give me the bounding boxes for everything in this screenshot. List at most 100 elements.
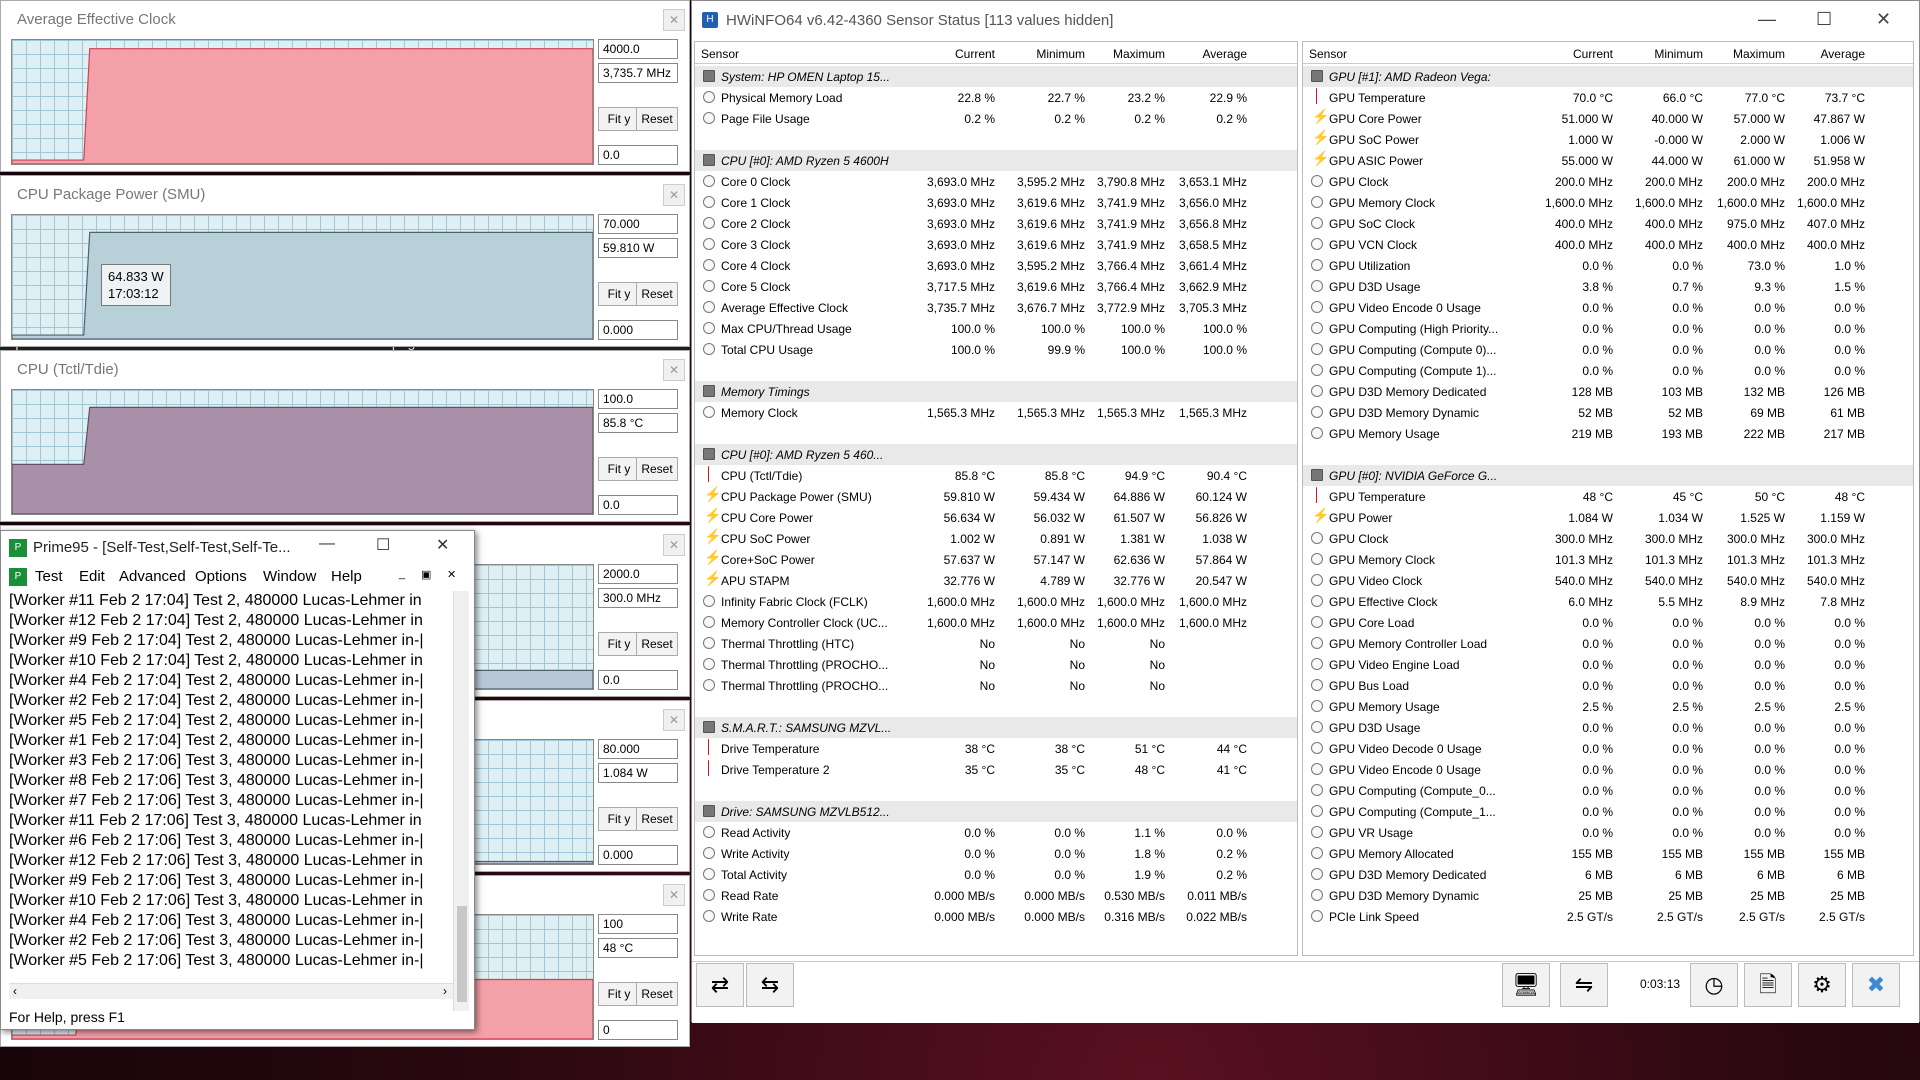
sensor-pane-left[interactable]: Sensor Current Minimum Maximum Average System…	[694, 41, 1298, 956]
sensor-row[interactable]: GPU Clock 200.0 MHz 200.0 MHz 200.0 MHz 200.…	[1303, 171, 1913, 192]
column-header[interactable]: Sensor	[1309, 47, 1347, 61]
sensor-row[interactable]: Average Effective Clock 3,735.7 MHz 3,676.…	[695, 297, 1297, 318]
close-icon[interactable]: ✕	[663, 884, 685, 906]
sensor-group[interactable]: Drive: SAMSUNG MZVLB512...	[695, 801, 1297, 822]
sensor-row[interactable]: ⚡ GPU Power 1.084 W 1.034 W 1.525 W 1.159 W	[1303, 507, 1913, 528]
column-header[interactable]: Maximum	[1105, 47, 1165, 61]
graph-max-field[interactable]: 70.000	[598, 214, 678, 234]
remote-icon[interactable]: ⇋	[1560, 963, 1608, 1007]
column-header[interactable]: Current	[1553, 47, 1613, 61]
column-header[interactable]: Minimum	[1025, 47, 1085, 61]
network-icon[interactable]: 🖥	[1502, 963, 1550, 1007]
sensor-row[interactable]: Core 4 Clock 3,693.0 MHz 3,595.2 MHz 3,766.…	[695, 255, 1297, 276]
sensor-row[interactable]: ⚡ Core+SoC Power 57.637 W 57.147 W 62.636 W5…	[695, 549, 1297, 570]
sensor-row[interactable]: GPU Memory Usage 219 MB 193 MB 222 MB 217 MB	[1303, 423, 1913, 444]
graph-min-field[interactable]: 0.0	[598, 145, 678, 165]
sensor-group[interactable]: CPU [#0]: AMD Ryzen 5 460...	[695, 444, 1297, 465]
graph-min-field[interactable]: 0.0	[598, 670, 678, 690]
sensor-row[interactable]: GPU Computing (Compute 0)... 0.0 % 0.0 % 0.…	[1303, 339, 1913, 360]
graph-max-field[interactable]: 80.000	[598, 739, 678, 759]
sensor-row[interactable]: Read Rate 0.000 MB/s 0.000 MB/s 0.530 MB/s 0…	[695, 885, 1297, 906]
menu-window[interactable]: Window	[263, 568, 316, 585]
column-header[interactable]: Minimum	[1643, 47, 1703, 61]
minimize-icon[interactable]: —	[319, 535, 335, 553]
sensor-row[interactable]: Thermal Throttling (HTC) No No No	[695, 633, 1297, 654]
sensor-row[interactable]: GPU D3D Memory Dynamic 52 MB 52 MB 69 MB 61 …	[1303, 402, 1913, 423]
sensor-row[interactable]: Physical Memory Load 22.8 % 22.7 % 23.2 % 22…	[695, 87, 1297, 108]
sensor-row[interactable]: GPU Computing (High Priority... 0.0 % 0.0 …	[1303, 318, 1913, 339]
fit-y-button[interactable]: Fit y	[598, 982, 640, 1006]
sensor-row[interactable]: GPU Effective Clock 6.0 MHz 5.5 MHz 8.9 MHz…	[1303, 591, 1913, 612]
sensor-row[interactable]: GPU Memory Usage 2.5 % 2.5 % 2.5 % 2.5 %	[1303, 696, 1913, 717]
sensor-row[interactable]: Core 2 Clock 3,693.0 MHz 3,619.6 MHz 3,741.…	[695, 213, 1297, 234]
prime95-titlebar[interactable]: P Prime95 - [Self-Test,Self-Test,Self-Te…	[1, 531, 474, 565]
hwinfo-titlebar[interactable]: H HWiNFO64 v6.42-4360 Sensor Status [113…	[692, 1, 1919, 39]
sensor-row[interactable]: GPU Computing (Compute_0... 0.0 % 0.0 % 0.0…	[1303, 780, 1913, 801]
expand-arrows-icon[interactable]: ⇄	[696, 963, 744, 1007]
sensor-row[interactable]: GPU Memory Allocated 155 MB 155 MB 155 MB 15…	[1303, 843, 1913, 864]
sensor-row[interactable]: GPU Memory Controller Load 0.0 % 0.0 % 0.0 …	[1303, 633, 1913, 654]
column-header[interactable]: Average	[1187, 47, 1247, 61]
sensor-row[interactable]: ⚡ CPU SoC Power 1.002 W 0.891 W 1.381 W 1.038…	[695, 528, 1297, 549]
sensor-row[interactable]: Read Activity 0.0 % 0.0 % 1.1 % 0.0 %	[695, 822, 1297, 843]
maximize-icon[interactable]: ☐	[1816, 9, 1832, 30]
sensor-row[interactable]: GPU Clock 300.0 MHz 300.0 MHz 300.0 MHz 300.…	[1303, 528, 1913, 549]
sensor-row[interactable]: GPU SoC Clock 400.0 MHz 400.0 MHz 975.0 MHz…	[1303, 213, 1913, 234]
graph-min-field[interactable]: 0.0	[598, 495, 678, 515]
sensor-group[interactable]: S.M.A.R.T.: SAMSUNG MZVL...	[695, 717, 1297, 738]
scroll-left-icon[interactable]: ‹	[13, 984, 17, 998]
sensor-row[interactable]: Write Activity 0.0 % 0.0 % 1.8 % 0.2 %	[695, 843, 1297, 864]
sensor-row[interactable]: GPU Memory Clock 1,600.0 MHz 1,600.0 MHz 1,…	[1303, 192, 1913, 213]
fit-y-button[interactable]: Fit y	[598, 632, 640, 656]
sensor-row[interactable]: GPU VR Usage 0.0 % 0.0 % 0.0 % 0.0 %	[1303, 822, 1913, 843]
column-header[interactable]: Average	[1805, 47, 1865, 61]
sensor-row[interactable]: GPU Bus Load 0.0 % 0.0 % 0.0 % 0.0 %	[1303, 675, 1913, 696]
sensor-row[interactable]: Page File Usage 0.2 % 0.2 % 0.2 % 0.2 %	[695, 108, 1297, 129]
sensor-row[interactable]: ⚡ CPU Core Power 56.634 W 56.032 W 61.507 W5…	[695, 507, 1297, 528]
sensor-group[interactable]: System: HP OMEN Laptop 15...	[695, 66, 1297, 87]
sensor-row[interactable]: GPU D3D Memory Dedicated 128 MB 103 MB 132 …	[1303, 381, 1913, 402]
sensor-row[interactable]: GPU D3D Usage 0.0 % 0.0 % 0.0 % 0.0 %	[1303, 717, 1913, 738]
fit-y-button[interactable]: Fit y	[598, 107, 640, 131]
graph-max-field[interactable]: 100.0	[598, 389, 678, 409]
menu-edit[interactable]: Edit	[79, 568, 105, 585]
sensor-row[interactable]: GPU D3D Memory Dynamic 25 MB 25 MB 25 MB 25 …	[1303, 885, 1913, 906]
graph-min-field[interactable]: 0	[598, 1020, 678, 1040]
sensor-pane-right[interactable]: Sensor Current Minimum Maximum Average GPU [#…	[1302, 41, 1914, 956]
sensor-row[interactable]: GPU Memory Clock 101.3 MHz 101.3 MHz 101.3 …	[1303, 549, 1913, 570]
graph-max-field[interactable]: 100	[598, 914, 678, 934]
sensor-row[interactable]: GPU D3D Memory Dedicated 6 MB 6 MB 6 MB 6 MB	[1303, 864, 1913, 885]
sensor-row[interactable]: GPU Utilization 0.0 % 0.0 % 73.0 % 1.0 %	[1303, 255, 1913, 276]
sensor-row[interactable]: GPU Video Engine Load 0.0 % 0.0 % 0.0 % 0.0 …	[1303, 654, 1913, 675]
sensor-row[interactable]: Total CPU Usage 100.0 % 99.9 % 100.0 % 100.0…	[695, 339, 1297, 360]
scroll-right-icon[interactable]: ›	[443, 984, 447, 998]
sensor-row[interactable]: GPU Computing (Compute 1)... 0.0 % 0.0 % 0.…	[1303, 360, 1913, 381]
close-icon[interactable]: ✕	[663, 359, 685, 381]
sensor-row[interactable]: │ Drive Temperature 2 35 °C 35 °C 48 °C 41 °C	[695, 759, 1297, 780]
graph-plot[interactable]	[11, 389, 594, 515]
clock-icon[interactable]: ◷	[1690, 963, 1738, 1007]
graph-plot[interactable]	[11, 214, 594, 340]
sensor-row[interactable]: GPU Video Encode 0 Usage 0.0 % 0.0 % 0.0 % 0…	[1303, 759, 1913, 780]
column-header[interactable]: Current	[935, 47, 995, 61]
sensor-group[interactable]: CPU [#0]: AMD Ryzen 5 4600H	[695, 150, 1297, 171]
close-icon[interactable]: ✕	[663, 709, 685, 731]
worker-log[interactable]: [Worker #11 Feb 2 17:04] Test 2, 480000 …	[9, 591, 454, 996]
maximize-icon[interactable]: ☐	[376, 535, 390, 555]
sensor-row[interactable]: GPU Video Clock 540.0 MHz 540.0 MHz 540.0 M…	[1303, 570, 1913, 591]
menu-help[interactable]: Help	[331, 568, 362, 585]
sensor-row[interactable]: Core 0 Clock 3,693.0 MHz 3,595.2 MHz 3,790.…	[695, 171, 1297, 192]
sensor-row[interactable]: ⚡ GPU SoC Power 1.000 W -0.000 W 2.000 W 1.00…	[1303, 129, 1913, 150]
sensor-row[interactable]: Core 3 Clock 3,693.0 MHz 3,619.6 MHz 3,741.…	[695, 234, 1297, 255]
sensor-row[interactable]: GPU D3D Usage 3.8 % 0.7 % 9.3 % 1.5 %	[1303, 276, 1913, 297]
fit-y-button[interactable]: Fit y	[598, 282, 640, 306]
sensor-group[interactable]: GPU [#1]: AMD Radeon Vega:	[1303, 66, 1913, 87]
fit-y-button[interactable]: Fit y	[598, 457, 640, 481]
horizontal-scrollbar[interactable]: ‹ ›	[9, 983, 453, 999]
sensor-row[interactable]: ⚡ GPU ASIC Power 55.000 W 44.000 W 61.000 W5…	[1303, 150, 1913, 171]
mdi-close-icon[interactable]: ✕	[447, 568, 456, 581]
sensor-row[interactable]: ⚡ APU STAPM 32.776 W 4.789 W 32.776 W 20.547 …	[695, 570, 1297, 591]
sensor-row[interactable]: Infinity Fabric Clock (FCLK) 1,600.0 MHz 1…	[695, 591, 1297, 612]
fit-y-button[interactable]: Fit y	[598, 807, 640, 831]
add-report-icon[interactable]: 🗎	[1744, 963, 1792, 1007]
